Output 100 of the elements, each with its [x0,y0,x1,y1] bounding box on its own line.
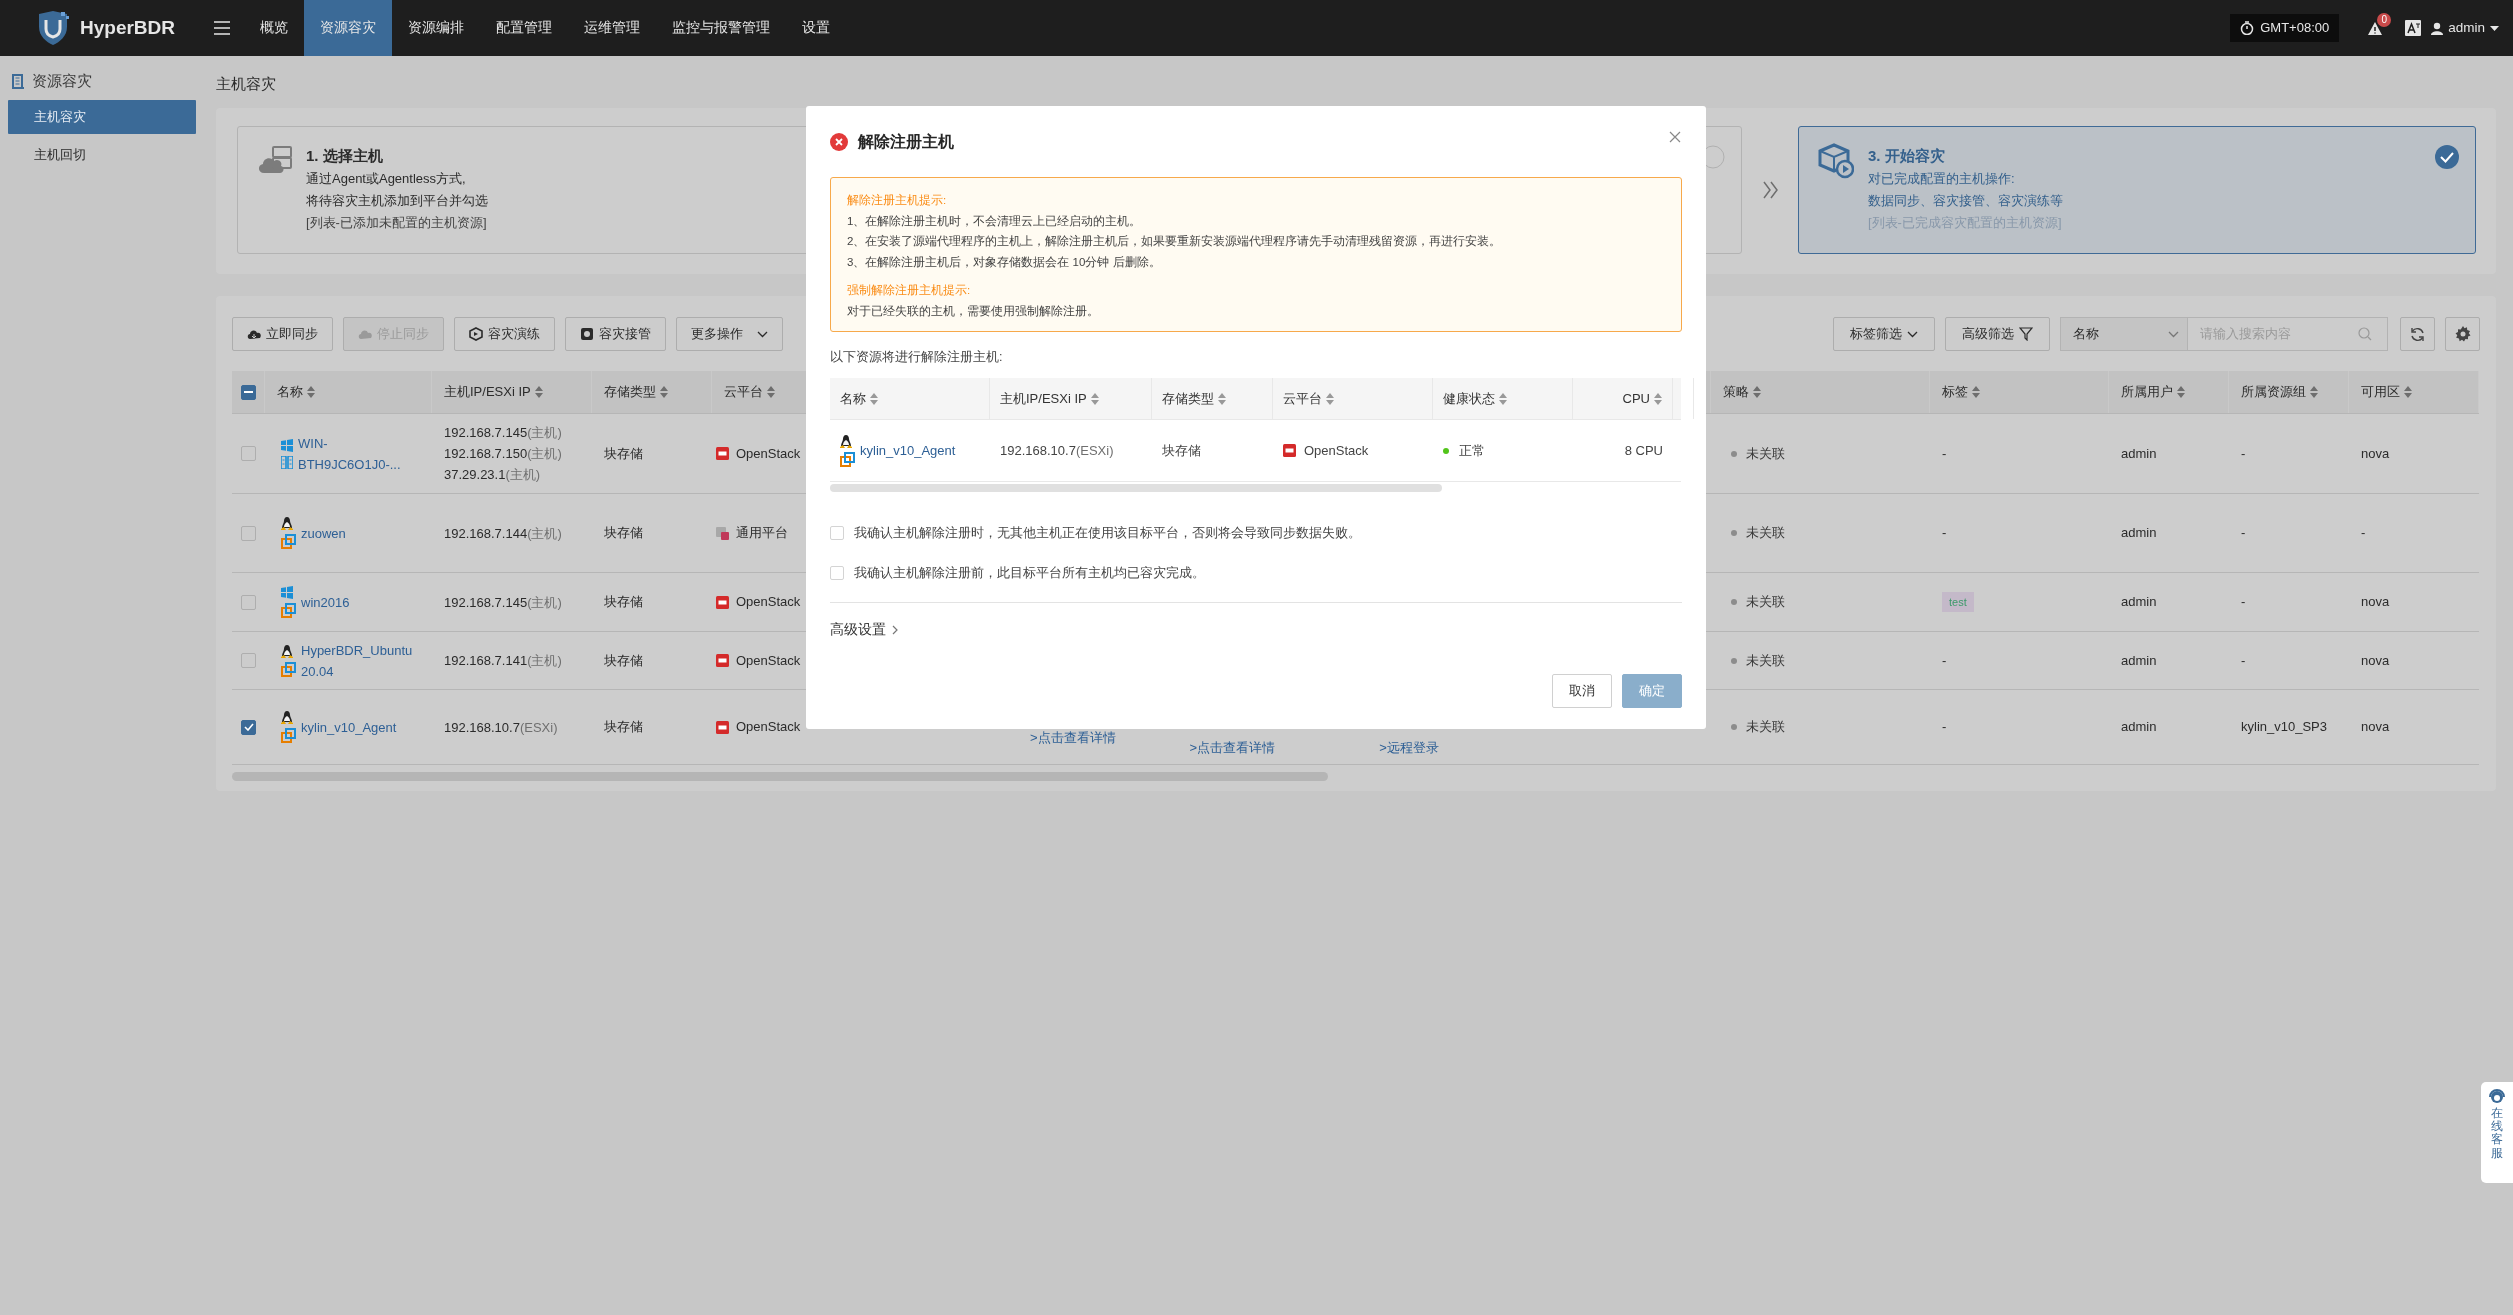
menu-icon[interactable] [214,21,230,35]
host-name-link[interactable]: HyperBDR_Ubuntu20.04 [301,639,413,682]
table-cell-text: nova [2361,718,2390,737]
chevron-down-icon [1907,330,1918,338]
sort-icon[interactable] [2404,386,2412,398]
more-actions-dropdown[interactable]: 更多操作 [676,317,783,351]
table-cell-text: admin [2121,444,2157,463]
cloud-icon [358,327,372,341]
column-header[interactable]: 健康状态 [1443,388,1495,409]
user-menu[interactable]: admin [2421,0,2513,56]
alert-icon[interactable] [2367,20,2384,36]
nav-tab[interactable]: 资源编排 [392,0,480,56]
advanced-settings-toggle[interactable]: 高级设置 [830,619,898,640]
table-cell-text: nova [2361,444,2390,463]
column-header[interactable]: 标签 [1942,382,1968,402]
row-checkbox[interactable] [241,594,256,610]
detail-link[interactable]: >远程登录 [1379,737,1439,757]
cancel-button[interactable]: 取消 [1552,674,1612,708]
advanced-filter-button[interactable]: 高级筛选 [1945,317,2050,351]
column-header[interactable]: 云平台 [1283,388,1322,409]
row-checkbox[interactable] [241,525,256,541]
host-name-link[interactable]: win2016 [301,591,413,613]
table-cell-text: 块存储 [603,593,644,612]
cloud-platform-icon [716,654,729,667]
select-value: 名称 [2073,325,2099,344]
sort-icon[interactable] [1654,392,1662,405]
platform-icon [716,526,729,540]
row-checkbox[interactable] [241,446,256,461]
column-header[interactable]: 存储类型 [604,382,656,402]
nav-tab[interactable]: 运维管理 [568,0,656,56]
column-header[interactable]: 所属用户 [2121,382,2173,402]
column-header[interactable]: 所属资源组 [2241,382,2306,402]
policy-status: 未关联 [1746,524,1785,543]
scrollbar[interactable] [232,772,1328,781]
host-name-link[interactable]: kylin_v10_Agent [301,716,413,738]
table-cell-text: - [2241,444,2246,463]
row-checkbox[interactable] [241,719,256,735]
sidebar-item[interactable]: 主机回切 [8,138,196,172]
ip-address: 192.168.10.7(ESXi) [444,718,558,737]
table-cell-text: 块存储 [603,524,644,543]
sort-icon[interactable] [2310,386,2318,398]
toolbar-button[interactable]: 容灾演练 [454,317,555,351]
column-header[interactable]: 主机IP/ESXi IP [444,382,531,402]
detail-link[interactable]: >点击查看详情 [1030,727,1116,747]
settings-button[interactable] [2445,317,2480,351]
checkbox[interactable] [830,526,844,540]
step-note: [列表-已添加未配置的主机资源] [306,213,488,232]
host-name-link[interactable]: zuowen [301,522,413,544]
refresh-button[interactable] [2400,317,2435,351]
sort-icon[interactable] [870,392,878,405]
policy-status: 未关联 [1746,651,1785,670]
sidebar-item[interactable]: 主机容灾 [8,100,196,134]
search-field-select[interactable]: 名称 [2060,317,2188,351]
sort-icon[interactable] [307,386,315,398]
table-cell-text: - [1942,651,1947,670]
sort-icon[interactable] [1326,392,1334,405]
ip-address: 192.168.7.145(主机) [444,424,562,442]
sort-icon[interactable] [534,386,543,398]
toolbar-button[interactable]: 立即同步 [232,317,333,351]
table-cell-text: - [1942,524,1947,543]
select-all-checkbox[interactable] [240,384,256,400]
sort-icon[interactable] [767,386,775,398]
square-icon [580,327,594,341]
column-header[interactable]: CPU [1622,388,1650,409]
translate-icon[interactable] [2405,20,2422,36]
row-checkbox[interactable] [241,653,256,668]
sort-icon[interactable] [1090,392,1099,405]
caret-icon [2490,25,2499,31]
detail-link[interactable]: >点击查看详情 [1189,737,1276,757]
scrollbar[interactable] [830,484,1442,492]
nav-tab[interactable]: 配置管理 [480,0,568,56]
toolbar-button[interactable]: 容灾接管 [565,317,666,351]
nav-tab[interactable]: 设置 [786,0,846,56]
sort-icon[interactable] [2177,386,2185,398]
column-header[interactable]: 名称 [840,388,866,409]
sidebar-section-title: 资源容灾 [32,70,92,91]
column-header[interactable]: 存储类型 [1162,388,1214,409]
column-header[interactable]: 可用区 [2361,382,2400,402]
sort-icon[interactable] [1499,392,1507,405]
sort-icon[interactable] [1218,392,1226,405]
sort-icon[interactable] [1753,386,1761,398]
tag-filter-dropdown[interactable]: 标签筛选 [1833,317,1935,351]
nav-tab[interactable]: 概览 [244,0,304,56]
table-cell-text: - [1942,718,1947,737]
column-header[interactable]: 云平台 [724,382,763,402]
timezone-display[interactable]: GMT+08:00 [2230,14,2340,42]
table-cell-text: 块存储 [603,444,644,463]
nav-tab[interactable]: 监控与报警管理 [656,0,786,56]
nav-tab[interactable]: 资源容灾 [304,0,392,56]
notification-badge: 0 [2377,12,2392,27]
help-widget[interactable]: 在线客服 [2481,1082,2513,1183]
column-header[interactable]: 名称 [277,382,303,402]
step-title: 1. 选择主机 [306,146,384,166]
checkbox[interactable] [830,566,844,580]
sort-icon[interactable] [1972,386,1980,398]
column-header[interactable]: 策略 [1723,382,1749,402]
column-header[interactable]: 主机IP/ESXi IP [1000,388,1087,409]
sort-icon[interactable] [660,386,668,398]
host-name-link[interactable]: WIN-BTH9JC6O1J0-... [298,432,410,475]
host-name-link[interactable]: kylin_v10_Agent [860,440,972,461]
